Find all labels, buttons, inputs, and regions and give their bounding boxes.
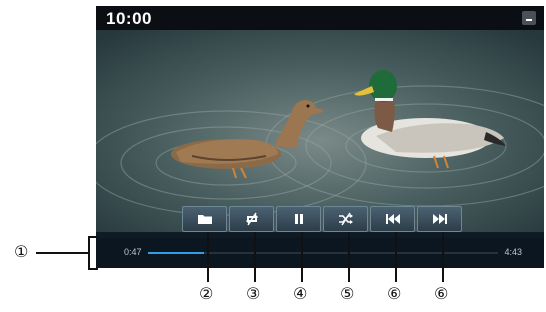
callout-2: ②: [199, 284, 214, 303]
seek-track[interactable]: [148, 252, 498, 254]
callout-leader-2: [207, 232, 209, 282]
callout-4: ④: [293, 284, 308, 303]
callout-leader-4: [301, 232, 303, 282]
status-bar: 10:00: [96, 6, 544, 30]
next-track-button[interactable]: [417, 206, 462, 232]
clock: 10:00: [106, 9, 152, 28]
callout-leader-3: [254, 232, 256, 282]
progress-bar: 0:47 4:43: [96, 238, 544, 268]
callout-bracket-top: [88, 236, 98, 238]
menu-icon[interactable]: [522, 11, 536, 25]
callout-leader-6a: [395, 232, 397, 282]
shuffle-off-button[interactable]: [323, 206, 368, 232]
seek-progress-fill: [148, 252, 204, 254]
callout-leader-1: [36, 252, 88, 254]
pause-icon: [294, 214, 303, 224]
skip-forward-icon: [432, 214, 447, 224]
repeat-off-button[interactable]: [229, 206, 274, 232]
callout-6b: ⑥: [434, 284, 449, 303]
callout-1: ①: [14, 242, 29, 261]
callout-bracket: [88, 236, 90, 270]
callout-5: ⑤: [340, 284, 355, 303]
shuffle-off-icon: [338, 212, 353, 226]
folder-button[interactable]: [182, 206, 227, 232]
repeat-off-icon: [245, 212, 258, 226]
folder-icon: [197, 215, 212, 224]
callout-3: ③: [246, 284, 261, 303]
skip-back-icon: [385, 214, 400, 224]
previous-track-button[interactable]: [370, 206, 415, 232]
video-frame[interactable]: [96, 28, 544, 232]
total-time: 4:43: [504, 247, 522, 257]
elapsed-time: 0:47: [124, 247, 142, 257]
callout-leader-5: [348, 232, 350, 282]
callout-6a: ⑥: [387, 284, 402, 303]
playback-controls: [182, 206, 466, 234]
player-screen: 10:00 0:47 4:43: [96, 6, 544, 268]
pause-button[interactable]: [276, 206, 321, 232]
callout-leader-6b: [442, 232, 444, 282]
callout-bracket-bottom: [88, 268, 98, 270]
